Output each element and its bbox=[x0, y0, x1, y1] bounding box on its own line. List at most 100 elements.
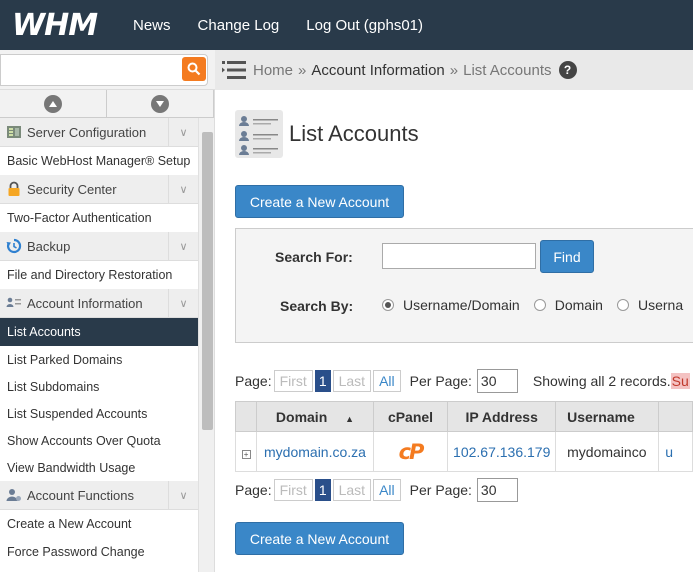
page-header: List Accounts bbox=[235, 110, 419, 158]
table-header-row: Domain ▲ cPanel IP Address Username bbox=[234, 401, 693, 432]
chevron-down-icon[interactable]: ∨ bbox=[168, 232, 198, 260]
search-button[interactable] bbox=[182, 57, 206, 81]
search-by-label: Search By: bbox=[280, 298, 354, 314]
extra-cell: u bbox=[658, 431, 693, 472]
sidebar-item-two-factor[interactable]: Two-Factor Authentication bbox=[0, 204, 198, 232]
sidebar-group-account-information[interactable]: Account Information ∨ bbox=[0, 289, 198, 318]
nav-logout-link[interactable]: Log Out (gphs01) bbox=[306, 17, 423, 34]
pager-top: Page: First 1 Last All Per Page: 30 Show… bbox=[235, 369, 690, 393]
domain-link[interactable]: mydomain.co.za bbox=[264, 444, 366, 460]
sidebar-item-create-account[interactable]: Create a New Account bbox=[0, 510, 198, 538]
table-row: + mydomain.co.za cP 102.67.136.179 mydom… bbox=[234, 431, 693, 472]
chevron-down-icon[interactable]: ∨ bbox=[168, 118, 198, 146]
sidebar-group-server-configuration[interactable]: Server Configuration ∨ bbox=[0, 118, 198, 147]
column-header-domain[interactable]: Domain ▲ bbox=[256, 401, 374, 432]
sidebar-group-label: Server Configuration bbox=[27, 124, 147, 140]
breadcrumb-separator: » bbox=[449, 61, 459, 79]
column-header-username[interactable]: Username bbox=[555, 401, 660, 432]
scroll-down-button[interactable] bbox=[107, 90, 214, 117]
radio-username[interactable] bbox=[616, 299, 629, 311]
sidebar-item-list-parked-domains[interactable]: List Parked Domains bbox=[0, 346, 198, 373]
sidebar-item-file-restoration[interactable]: File and Directory Restoration bbox=[0, 261, 198, 289]
search-icon bbox=[187, 62, 201, 76]
logo-text: WHM bbox=[12, 7, 98, 43]
menu-collapse-icon bbox=[222, 61, 246, 79]
sidebar-group-label: Account Information bbox=[27, 295, 143, 311]
current-page-button[interactable]: 1 bbox=[314, 479, 331, 501]
per-page-label: Per Page: bbox=[409, 373, 472, 389]
breadcrumb-separator: » bbox=[298, 61, 307, 79]
sidebar-item-over-quota[interactable]: Show Accounts Over Quota bbox=[0, 427, 198, 454]
first-page-button[interactable]: First bbox=[273, 479, 313, 501]
column-label: Domain bbox=[275, 408, 328, 425]
sidebar-group-security-center[interactable]: Security Center ∨ bbox=[0, 175, 198, 204]
nav-news-link[interactable]: News bbox=[133, 17, 171, 34]
sidebar-item-list-accounts[interactable]: List Accounts bbox=[0, 318, 198, 346]
all-pages-button[interactable]: All bbox=[373, 370, 401, 392]
account-info-icon bbox=[0, 295, 27, 311]
chevron-down-icon[interactable]: ∨ bbox=[168, 289, 198, 317]
sidebar-nav: Server Configuration ∨ Basic WebHost Man… bbox=[0, 118, 198, 565]
breadcrumb-home[interactable]: Home bbox=[253, 62, 293, 79]
backup-icon bbox=[0, 238, 27, 254]
search-for-label: Search For: bbox=[275, 249, 353, 265]
sidebar-group-label: Account Functions bbox=[27, 487, 134, 503]
last-page-button[interactable]: Last bbox=[332, 370, 372, 392]
per-page-input[interactable]: 30 bbox=[476, 369, 518, 393]
sidebar-group-label: Backup bbox=[27, 238, 71, 254]
sidebar: Server Configuration ∨ Basic WebHost Man… bbox=[0, 90, 215, 572]
account-functions-icon bbox=[0, 487, 27, 503]
sidebar-item-list-subdomains[interactable]: List Subdomains bbox=[0, 373, 198, 400]
sidebar-item-force-password[interactable]: Force Password Change bbox=[0, 538, 198, 565]
truncated-link[interactable]: Su bbox=[670, 373, 690, 389]
create-account-button[interactable]: Create a New Account bbox=[235, 185, 404, 218]
scrollbar-thumb[interactable] bbox=[202, 132, 213, 430]
page-title: List Accounts bbox=[289, 121, 419, 146]
list-accounts-icon bbox=[235, 110, 283, 158]
radio-username-domain[interactable] bbox=[382, 299, 394, 311]
column-header-cpanel[interactable]: cPanel bbox=[372, 401, 449, 432]
sidebar-item-list-suspended[interactable]: List Suspended Accounts bbox=[0, 400, 198, 427]
chevron-down-icon[interactable]: ∨ bbox=[168, 175, 198, 203]
column-header-ip[interactable]: IP Address bbox=[447, 401, 557, 432]
page-label: Page: bbox=[235, 373, 272, 389]
create-account-button-bottom[interactable]: Create a New Account bbox=[235, 522, 404, 555]
search-for-input[interactable] bbox=[382, 243, 536, 269]
first-page-button[interactable]: First bbox=[273, 370, 313, 392]
username-cell: mydomainco bbox=[555, 431, 660, 472]
find-button[interactable]: Find bbox=[540, 240, 594, 273]
records-count: Showing all 2 records. bbox=[532, 373, 671, 389]
top-navbar: WHM News Change Log Log Out (gphs01) bbox=[0, 0, 693, 50]
sidebar-group-label: Security Center bbox=[27, 181, 117, 197]
last-page-button[interactable]: Last bbox=[332, 479, 372, 501]
chevron-down-icon[interactable]: ∨ bbox=[168, 481, 198, 509]
cpanel-cell: cP bbox=[372, 431, 449, 472]
current-page-button[interactable]: 1 bbox=[314, 370, 331, 392]
sidebar-item-basic-setup[interactable]: Basic WebHost Manager® Setup bbox=[0, 147, 198, 175]
sidebar-group-account-functions[interactable]: Account Functions ∨ bbox=[0, 481, 198, 510]
sidebar-scrollbar[interactable] bbox=[198, 118, 214, 572]
all-pages-button[interactable]: All bbox=[373, 479, 401, 501]
radio-label: Userna bbox=[637, 297, 684, 313]
scroll-up-button[interactable] bbox=[0, 90, 107, 117]
main-content: List Accounts Create a New Account Searc… bbox=[215, 90, 693, 572]
radio-label: Domain bbox=[554, 297, 603, 313]
whm-logo[interactable]: WHM bbox=[0, 8, 130, 43]
breadcrumb: Home » Account Information » List Accoun… bbox=[215, 50, 693, 90]
page-label: Page: bbox=[235, 482, 272, 498]
collapse-sidebar-button[interactable] bbox=[215, 61, 253, 79]
expand-column-header bbox=[234, 401, 258, 432]
radio-domain[interactable] bbox=[533, 299, 546, 311]
account-search-panel: Search For: Find Search By: Username/Dom… bbox=[235, 228, 693, 343]
per-page-input[interactable]: 30 bbox=[476, 478, 518, 502]
sidebar-search-input[interactable] bbox=[0, 54, 208, 86]
sidebar-group-backup[interactable]: Backup ∨ bbox=[0, 232, 198, 261]
ip-link[interactable]: 102.67.136.179 bbox=[453, 444, 550, 460]
nav-changelog-link[interactable]: Change Log bbox=[198, 17, 280, 34]
extra-link[interactable]: u bbox=[665, 444, 673, 460]
expand-row-icon[interactable]: + bbox=[241, 450, 251, 459]
breadcrumb-section[interactable]: Account Information bbox=[311, 62, 444, 79]
cpanel-logo-icon[interactable]: cP bbox=[399, 440, 425, 464]
help-icon[interactable]: ? bbox=[558, 61, 577, 79]
sidebar-item-bandwidth[interactable]: View Bandwidth Usage bbox=[0, 454, 198, 481]
